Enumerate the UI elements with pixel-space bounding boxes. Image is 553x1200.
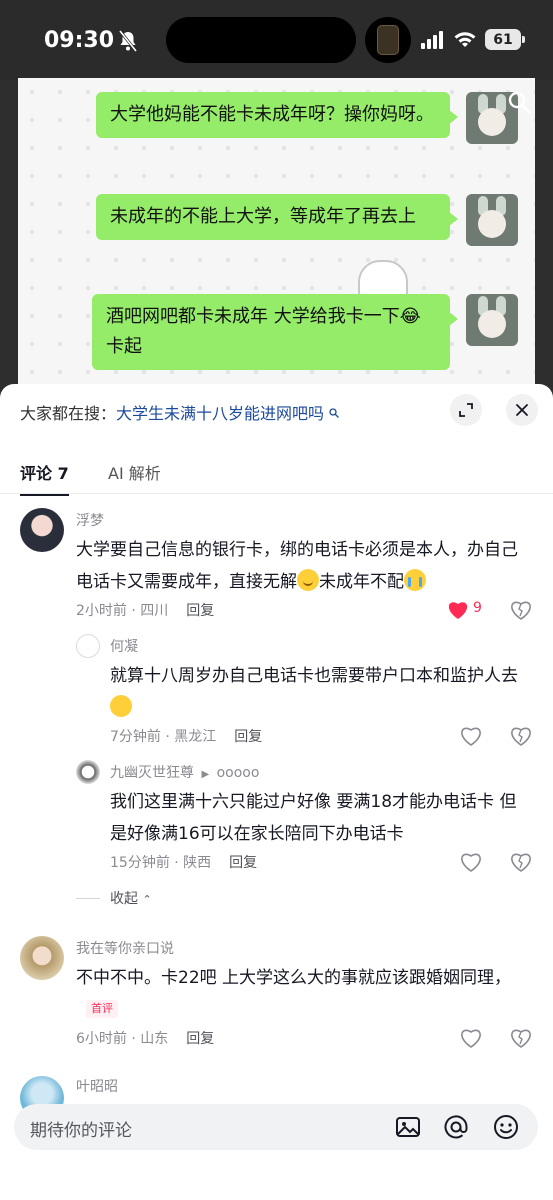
chat-bubble: 大学他妈能不能卡未成年呀？操你妈呀。 <box>96 92 458 138</box>
heart-outline-icon[interactable] <box>460 726 482 746</box>
comment-time-location: 15分钟前 · 陕西 <box>110 855 212 871</box>
reply-button[interactable]: 回复 <box>234 729 262 745</box>
reply-target[interactable]: ooooo <box>217 765 260 781</box>
mute-bell-icon <box>118 30 138 52</box>
comment-author[interactable]: 叶昭昭 <box>76 1076 118 1096</box>
comment-text: 大学要自己信息的银行卡，绑的电话卡必须是本人，办自己电话卡又需要成年，直接无解未… <box>76 534 526 598</box>
comment-author-with-reply-target: 九幽灭世狂尊 ▶ ooooo <box>110 762 259 782</box>
comment-time-location: 7分钟前 · 黑龙江 <box>110 729 217 745</box>
comment-author[interactable]: 何凝 <box>110 636 138 656</box>
trending-search-row[interactable]: 大家都在搜：大学生未满十八岁能进网吧吗 <box>20 400 340 424</box>
search-icon[interactable] <box>507 90 531 114</box>
comment-meta: 6小时前 · 山东 回复 <box>76 1028 214 1048</box>
heart-outline-icon[interactable] <box>460 852 482 872</box>
comment-sheet: 大家都在搜：大学生未满十八岁能进网吧吗 评论 7 AI 解析 浮梦 大学要自己信… <box>0 384 553 1200</box>
reply-button[interactable]: 回复 <box>186 1031 214 1047</box>
comment-input-placeholder[interactable]: 期待你的评论 <box>30 1116 132 1141</box>
comment-text-part: 未成年不配 <box>319 572 404 592</box>
chat-bubble: 未成年的不能上大学，等成年了再去上 <box>96 194 458 240</box>
first-comment-badge: 首评 <box>86 1000 118 1018</box>
heart-filled-icon[interactable] <box>447 600 469 620</box>
smile-emoji-icon <box>110 695 132 717</box>
expand-button[interactable] <box>450 394 482 426</box>
tab-ai-analysis[interactable]: AI 解析 <box>108 460 161 484</box>
comment-text-part: 不中不中。卡22吧 上大学这么大的事就应该跟婚姻同理， <box>76 968 512 988</box>
broken-heart-icon[interactable] <box>510 600 532 620</box>
comment-time-location: 2小时前 · 四川 <box>76 603 169 619</box>
trending-search-keyword[interactable]: 大学生未满十八岁能进网吧吗 <box>116 404 324 423</box>
broken-heart-icon[interactable] <box>510 852 532 872</box>
comment-meta: 15分钟前 · 陕西 回复 <box>110 852 257 872</box>
chevron-up-icon: ⌃ <box>142 893 152 906</box>
trending-search-prefix: 大家都在搜： <box>20 404 117 423</box>
tab-comments[interactable]: 评论 7 <box>20 460 69 496</box>
comment-text: 不中不中。卡22吧 上大学这么大的事就应该跟婚姻同理， 首评 <box>76 962 526 1026</box>
collapse-label: 收起 <box>110 891 138 907</box>
comment-tabs: 评论 7 AI 解析 <box>0 454 553 496</box>
comment-author[interactable]: 我在等你亲口说 <box>76 938 174 958</box>
comment-text: 就算十八周岁办自己电话卡也需要带户口本和监护人去 <box>110 660 526 724</box>
reply-button[interactable]: 回复 <box>186 603 214 619</box>
reply-arrow-icon: ▶ <box>201 769 210 780</box>
broken-heart-icon[interactable] <box>510 726 532 746</box>
wifi-icon <box>454 32 476 47</box>
heart-outline-icon[interactable] <box>460 1028 482 1048</box>
broken-heart-icon[interactable] <box>510 1028 532 1048</box>
collapse-replies-button[interactable]: 收起 ⌃ <box>76 888 152 908</box>
chat-avatar <box>466 194 518 246</box>
comment-meta: 2小时前 · 四川 回复 <box>76 600 214 620</box>
comment-author[interactable]: 九幽灭世狂尊 <box>110 765 194 781</box>
chat-screenshot-image[interactable]: 大学他妈能不能卡未成年呀？操你妈呀。 未成年的不能上大学，等成年了再去上 酒吧网… <box>18 78 535 398</box>
comment-author[interactable]: 浮梦 <box>76 510 104 530</box>
small-search-icon <box>329 408 340 418</box>
avatar[interactable] <box>76 760 100 784</box>
comment-meta: 7分钟前 · 黑龙江 回复 <box>110 726 262 746</box>
mention-icon[interactable] <box>442 1113 470 1141</box>
like-count: 9 <box>473 600 482 616</box>
close-button[interactable] <box>506 394 538 426</box>
status-time: 09:30 <box>44 28 115 53</box>
avatar[interactable] <box>20 936 64 980</box>
reply-button[interactable]: 回复 <box>229 855 257 871</box>
battery-indicator: 61 <box>485 29 525 50</box>
cellular-signal-icon <box>421 31 443 49</box>
emoji-icon[interactable] <box>492 1113 520 1141</box>
comment-text-part: 就算十八周岁办自己电话卡也需要带户口本和监护人去 <box>110 666 518 686</box>
chat-bubble: 酒吧网吧都卡未成年 大学给我卡一下😂卡起 <box>92 294 458 370</box>
comment-text: 我们这里满十六只能过户好像 要满18才能办电话卡 但是好像满16可以在家长陪同下… <box>110 792 517 844</box>
close-icon <box>516 404 528 416</box>
dynamic-island <box>166 17 356 63</box>
divider <box>76 898 100 899</box>
comment-input-bar[interactable]: 期待你的评论 <box>14 1104 538 1150</box>
crying-emoji-icon <box>404 569 426 591</box>
grimace-emoji-icon <box>297 569 319 591</box>
status-bar: 09:30 61 <box>0 0 553 80</box>
image-icon[interactable] <box>394 1113 422 1141</box>
chat-avatar <box>466 294 518 346</box>
avatar[interactable] <box>76 634 100 658</box>
live-activity-thumbnail[interactable] <box>365 17 411 63</box>
comment-time-location: 6小时前 · 山东 <box>76 1031 169 1047</box>
expand-icon <box>459 403 473 417</box>
avatar[interactable] <box>20 508 64 552</box>
